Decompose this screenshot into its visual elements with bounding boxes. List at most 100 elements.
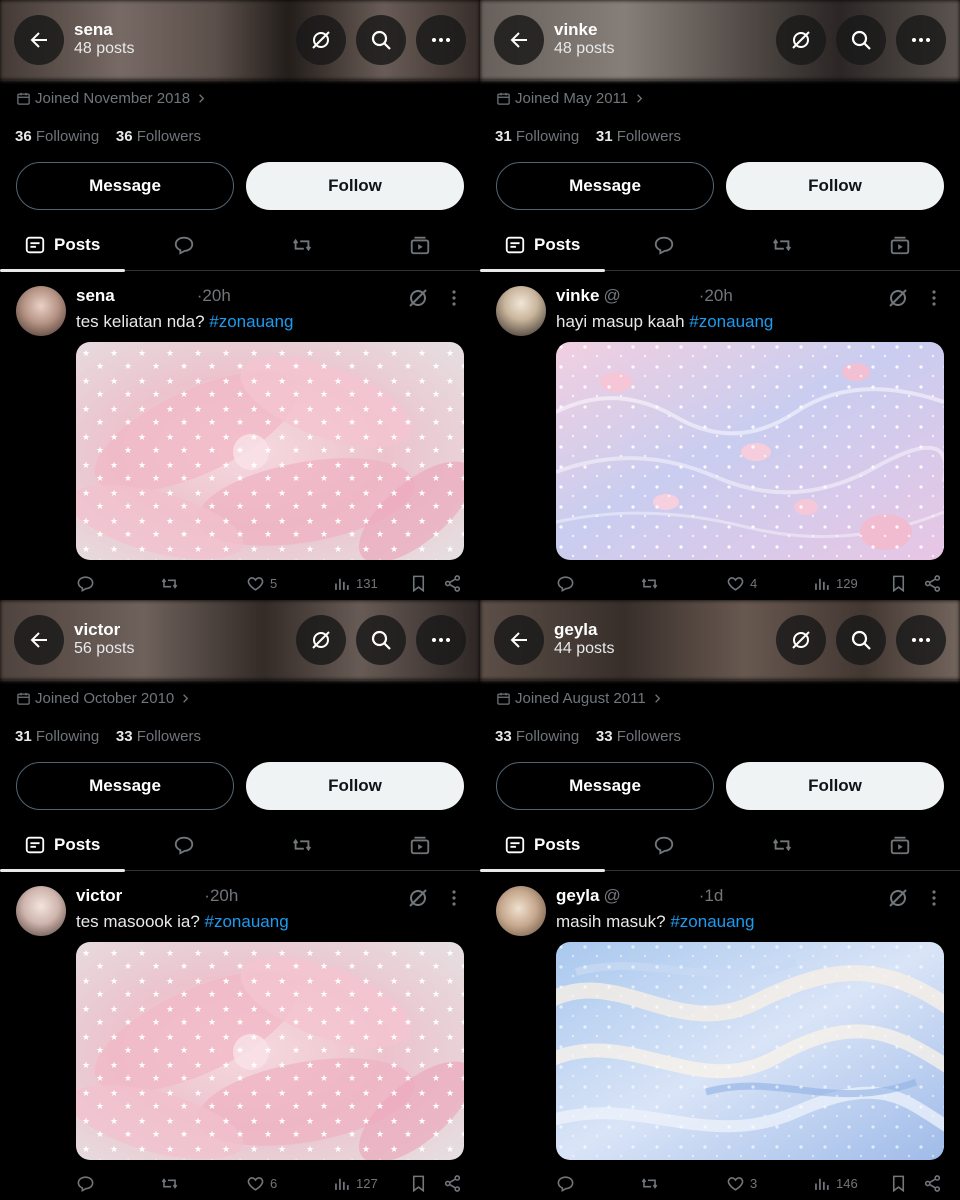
follow-button[interactable]: Follow	[246, 762, 464, 810]
tab-replies[interactable]	[173, 820, 195, 870]
share-button[interactable]	[923, 1174, 942, 1193]
post-avatar[interactable]	[16, 886, 66, 936]
joined-date[interactable]: Joined August 2011	[496, 690, 665, 707]
share-button[interactable]	[443, 574, 462, 593]
search-button[interactable]	[836, 15, 886, 65]
more-button[interactable]	[416, 615, 466, 665]
repost-button[interactable]	[160, 574, 179, 593]
views-button[interactable]: 131	[332, 574, 378, 593]
post-image[interactable]	[76, 942, 464, 1160]
message-button[interactable]: Message	[496, 162, 714, 210]
like-button[interactable]: 3	[726, 1174, 757, 1193]
back-button[interactable]	[494, 15, 544, 65]
more-button[interactable]	[896, 15, 946, 65]
like-button[interactable]: 4	[726, 574, 757, 593]
tab-posts[interactable]: Posts	[24, 820, 100, 870]
tab-reposts[interactable]	[291, 820, 313, 870]
following-link[interactable]: 31 Following	[15, 728, 99, 745]
bookmark-button[interactable]	[409, 574, 428, 593]
post-author-name[interactable]: sena	[76, 286, 115, 306]
search-button[interactable]	[356, 615, 406, 665]
following-link[interactable]: 31 Following	[495, 128, 579, 145]
grok-icon[interactable]	[406, 286, 430, 310]
follow-button[interactable]: Follow	[246, 162, 464, 210]
post-time[interactable]: ·1d	[699, 886, 724, 906]
repost-button[interactable]	[640, 574, 659, 593]
reply-button[interactable]	[556, 574, 575, 593]
reply-button[interactable]	[76, 574, 95, 593]
following-link[interactable]: 33 Following	[495, 728, 579, 745]
follow-button[interactable]: Follow	[726, 162, 944, 210]
followers-link[interactable]: 33 Followers	[596, 728, 681, 745]
post-author-handle[interactable]: @	[603, 886, 620, 906]
tab-media[interactable]	[409, 820, 431, 870]
share-button[interactable]	[923, 574, 942, 593]
followers-link[interactable]: 31 Followers	[596, 128, 681, 145]
post-author-name[interactable]: victor	[76, 886, 122, 906]
back-button[interactable]	[14, 15, 64, 65]
more-vertical-icon[interactable]	[444, 286, 464, 310]
like-button[interactable]: 5	[246, 574, 277, 593]
tab-posts[interactable]: Posts	[504, 820, 580, 870]
grok-icon[interactable]	[886, 286, 910, 310]
bookmark-button[interactable]	[409, 1174, 428, 1193]
back-button[interactable]	[14, 615, 64, 665]
joined-date[interactable]: Joined May 2011	[496, 90, 647, 107]
message-button[interactable]: Message	[496, 762, 714, 810]
joined-date[interactable]: Joined October 2010	[16, 690, 193, 707]
post-hashtag[interactable]: #zonauang	[689, 312, 773, 331]
grok-button[interactable]	[296, 15, 346, 65]
grok-button[interactable]	[296, 615, 346, 665]
post-hashtag[interactable]: #zonauang	[670, 912, 754, 931]
views-button[interactable]: 129	[812, 574, 858, 593]
joined-date[interactable]: Joined November 2018	[16, 90, 209, 107]
tab-media[interactable]	[889, 820, 911, 870]
tab-reposts[interactable]	[771, 220, 793, 270]
post-image[interactable]	[556, 342, 944, 560]
following-link[interactable]: 36 Following	[15, 128, 99, 145]
tab-media[interactable]	[889, 220, 911, 270]
message-button[interactable]: Message	[16, 762, 234, 810]
post-image[interactable]	[76, 342, 464, 560]
tab-posts[interactable]: Posts	[504, 220, 580, 270]
repost-button[interactable]	[640, 1174, 659, 1193]
message-button[interactable]: Message	[16, 162, 234, 210]
follow-button[interactable]: Follow	[726, 762, 944, 810]
post-avatar[interactable]	[496, 886, 546, 936]
more-vertical-icon[interactable]	[924, 886, 944, 910]
tab-replies[interactable]	[653, 220, 675, 270]
reply-button[interactable]	[76, 1174, 95, 1193]
reply-button[interactable]	[556, 1174, 575, 1193]
tab-replies[interactable]	[173, 220, 195, 270]
views-button[interactable]: 127	[332, 1174, 378, 1193]
tab-reposts[interactable]	[771, 820, 793, 870]
repost-button[interactable]	[160, 1174, 179, 1193]
more-button[interactable]	[416, 15, 466, 65]
views-button[interactable]: 146	[812, 1174, 858, 1193]
bookmark-button[interactable]	[889, 574, 908, 593]
grok-icon[interactable]	[886, 886, 910, 910]
grok-icon[interactable]	[406, 886, 430, 910]
more-vertical-icon[interactable]	[924, 286, 944, 310]
post-image[interactable]	[556, 942, 944, 1160]
search-button[interactable]	[356, 15, 406, 65]
more-button[interactable]	[896, 615, 946, 665]
tab-posts[interactable]: Posts	[24, 220, 100, 270]
back-button[interactable]	[494, 615, 544, 665]
post-time[interactable]: ·20h	[204, 886, 238, 906]
post-time[interactable]: ·20h	[699, 286, 733, 306]
post-author-handle[interactable]: @	[603, 286, 620, 306]
post-hashtag[interactable]: #zonauang	[205, 912, 289, 931]
post-author-name[interactable]: geyla	[556, 886, 599, 906]
tab-media[interactable]	[409, 220, 431, 270]
search-button[interactable]	[836, 615, 886, 665]
post-hashtag[interactable]: #zonauang	[209, 312, 293, 331]
tab-reposts[interactable]	[291, 220, 313, 270]
more-vertical-icon[interactable]	[444, 886, 464, 910]
share-button[interactable]	[443, 1174, 462, 1193]
post-author-name[interactable]: vinke	[556, 286, 599, 306]
post-avatar[interactable]	[496, 286, 546, 336]
followers-link[interactable]: 36 Followers	[116, 128, 201, 145]
like-button[interactable]: 6	[246, 1174, 277, 1193]
grok-button[interactable]	[776, 15, 826, 65]
